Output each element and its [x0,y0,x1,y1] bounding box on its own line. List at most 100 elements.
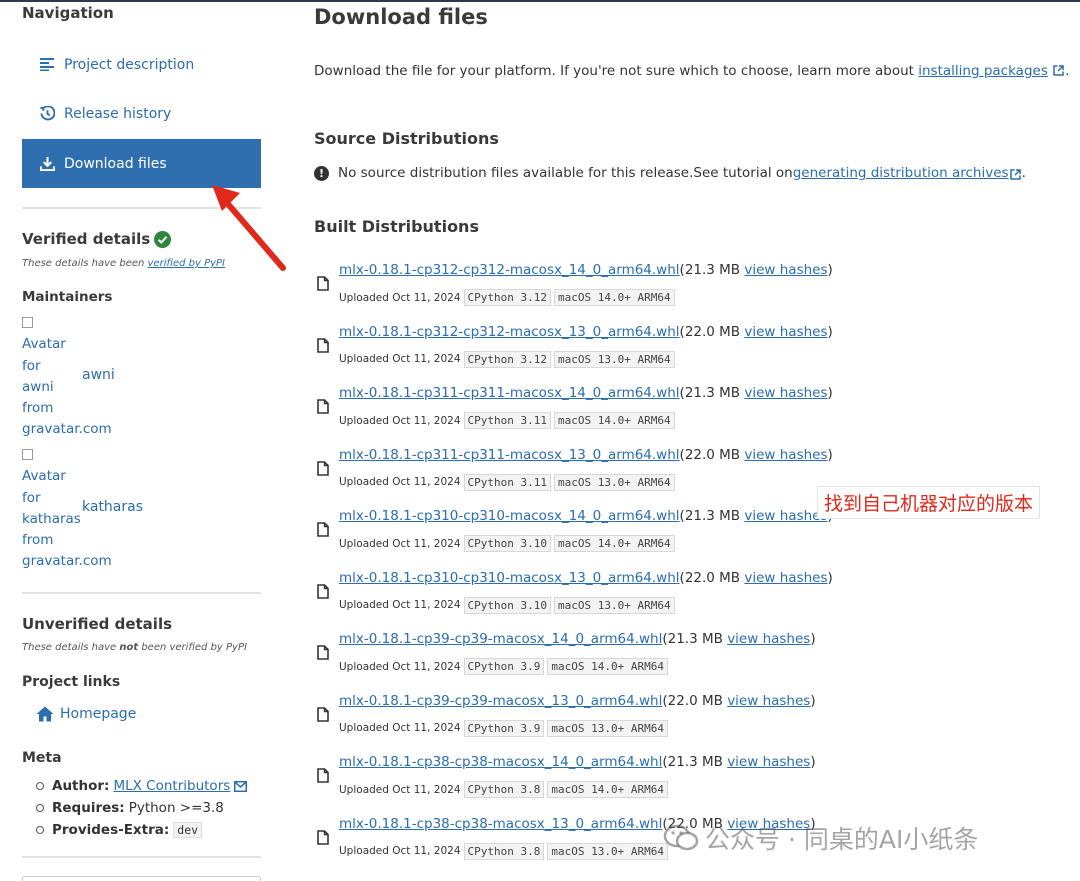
file-size-close: ) [827,323,833,340]
intro-body: Download the file for your platform. If … [314,63,919,79]
file-line: mlx-0.18.1-cp311-cp311-macosx_14_0_arm64… [339,385,833,401]
author-link[interactable]: MLX Contributors [113,778,230,794]
view-hashes-link[interactable]: view hashes [744,447,827,463]
file-line: mlx-0.18.1-cp310-cp310-macosx_13_0_arm64… [339,570,833,586]
file-icon [317,276,329,291]
file-size: (21.3 MB [679,508,745,524]
meta-author: Author: MLX Contributors [36,775,248,797]
file-icon [317,645,329,660]
upload-date: Uploaded Oct 11, 2024 [339,353,461,365]
upload-date: Uploaded Oct 11, 2024 [339,476,461,488]
file-row: mlx-0.18.1-cp310-cp310-macosx_13_0_arm64… [314,568,834,630]
file-download-link[interactable]: mlx-0.18.1-cp312-cp312-macosx_13_0_arm64… [339,324,680,340]
file-line: mlx-0.18.1-cp38-cp38-macosx_14_0_arm64.w… [339,754,816,770]
unverified-note-suffix: been verified by PyPI [138,642,247,653]
file-icon [317,522,329,537]
file-download-link[interactable]: mlx-0.18.1-cp310-cp310-macosx_13_0_arm64… [339,570,680,586]
file-download-link[interactable]: mlx-0.18.1-cp310-cp310-macosx_14_0_arm64… [339,508,680,524]
python-tag: CPython 3.12 [463,350,551,368]
view-hashes-link[interactable]: view hashes [727,754,810,770]
homepage-link[interactable]: Homepage [36,706,136,722]
python-tag: CPython 3.10 [463,596,551,614]
envelope-icon[interactable] [234,780,248,792]
platform-tag: macOS 13.0+ ARM64 [547,842,668,860]
homepage-label: Homepage [60,706,137,722]
file-meta: Uploaded Oct 11, 2024 CPython 3.12 macOS 1… [339,350,675,368]
file-size: (21.3 MB [662,631,728,647]
file-meta: Uploaded Oct 11, 2024 CPython 3.11 macOS 1… [339,473,675,491]
file-meta: Uploaded Oct 11, 2024 CPython 3.8 macOS 13… [339,842,668,860]
file-line: mlx-0.18.1-cp312-cp312-macosx_14_0_arm64… [339,262,833,278]
external-link-icon [1009,168,1021,180]
view-hashes-link[interactable]: view hashes [727,631,810,647]
file-size: (22.0 MB [662,692,728,709]
python-tag: CPython 3.9 [463,719,545,737]
file-icon [317,460,329,476]
python-tag: CPython 3.10 [463,535,551,552]
file-row: mlx-0.18.1-cp311-cp311-macosx_13_0_arm64… [314,445,834,507]
file-download-link[interactable]: mlx-0.18.1-cp39-cp39-macosx_14_0_arm64.w… [339,631,662,647]
view-hashes-link[interactable]: view hashes [744,570,827,586]
history-icon [38,105,56,123]
view-hashes-link[interactable]: view hashes [744,508,827,524]
file-icon [317,337,329,353]
maintainer-avatar-katharas[interactable]: Avatar for katharas from gravatar.com [22,445,112,573]
file-size-close: ) [827,446,833,463]
verified-title-text: Verified details [22,230,151,248]
unverified-note: These details have not been verified by … [22,642,247,653]
python-tag: CPython 3.11 [463,473,551,491]
maintainer-name-awni[interactable]: awni [82,367,115,383]
file-size: (22.0 MB [679,323,745,340]
file-size-close: ) [810,692,816,709]
built-distributions-title: Built Distributions [314,217,479,236]
verified-note-text: These details have been [22,258,148,269]
meta-requires-value: Python >=3.8 [128,800,224,816]
file-size: (21.3 MB [679,385,745,401]
watermark-text: 公众号 · 同桌的AI小纸条 [705,825,979,854]
meta-extra-label: Provides-Extra: [52,822,170,838]
upload-date: Uploaded Oct 11, 2024 [339,537,461,550]
maintainer-name-katharas[interactable]: katharas [82,499,143,515]
file-line: mlx-0.18.1-cp39-cp39-macosx_14_0_arm64.w… [339,631,816,647]
file-size: (21.3 MB [679,262,745,278]
file-icon [317,706,329,722]
file-download-link[interactable]: mlx-0.18.1-cp38-cp38-macosx_13_0_arm64.w… [339,816,662,832]
file-meta: Uploaded Oct 11, 2024 CPython 3.9 macOS 13… [339,719,668,737]
platform-tag: macOS 14.0+ ARM64 [554,535,675,552]
view-hashes-link[interactable]: view hashes [744,385,827,401]
download-icon [38,155,56,173]
file-download-link[interactable]: mlx-0.18.1-cp311-cp311-macosx_13_0_arm64… [339,447,680,463]
file-size-close: ) [827,569,833,586]
upload-date: Uploaded Oct 11, 2024 [339,660,461,673]
source-note-text: No source distribution files available f… [338,165,793,181]
file-download-link[interactable]: mlx-0.18.1-cp312-cp312-macosx_14_0_arm64… [339,262,680,278]
file-size-close: ) [810,631,816,647]
nav-release-history[interactable]: Release history [22,89,261,138]
view-hashes-link[interactable]: view hashes [744,262,827,278]
nav-project-description[interactable]: Project description [22,40,261,89]
file-download-link[interactable]: mlx-0.18.1-cp39-cp39-macosx_13_0_arm64.w… [339,693,662,709]
generating-archives-link[interactable]: generating distribution archives [793,165,1009,181]
source-note-end: . [1021,165,1026,181]
file-line: mlx-0.18.1-cp312-cp312-macosx_13_0_arm64… [339,324,833,340]
file-row: mlx-0.18.1-cp310-cp310-macosx_14_0_arm64… [314,506,834,568]
view-hashes-link[interactable]: view hashes [727,693,810,709]
file-meta: Uploaded Oct 11, 2024 CPython 3.8 macOS 14… [339,781,668,798]
unverified-details-title: Unverified details [22,615,173,633]
python-tag: CPython 3.9 [463,658,545,675]
installing-packages-link[interactable]: installing packages [918,63,1048,79]
file-row: mlx-0.18.1-cp312-cp312-macosx_14_0_arm64… [314,260,834,322]
file-size-close: ) [827,385,833,401]
python-tag: CPython 3.8 [463,781,545,798]
view-hashes-link[interactable]: view hashes [744,324,827,340]
upload-date: Uploaded Oct 11, 2024 [339,599,461,611]
file-download-link[interactable]: mlx-0.18.1-cp311-cp311-macosx_14_0_arm64… [339,385,680,401]
meta-list: Author: MLX Contributors Requires: Pytho… [36,775,248,841]
file-download-link[interactable]: mlx-0.18.1-cp38-cp38-macosx_14_0_arm64.w… [339,754,662,770]
upload-date: Uploaded Oct 11, 2024 [339,414,461,427]
maintainer-avatar-awni[interactable]: Avatar for awni from gravatar.com [22,313,112,441]
source-note: ! No source distribution files available… [314,165,1026,181]
divider [22,856,261,858]
file-meta: Uploaded Oct 11, 2024 CPython 3.9 macOS 14… [339,658,668,675]
meta-requires-label: Requires: [52,800,125,816]
